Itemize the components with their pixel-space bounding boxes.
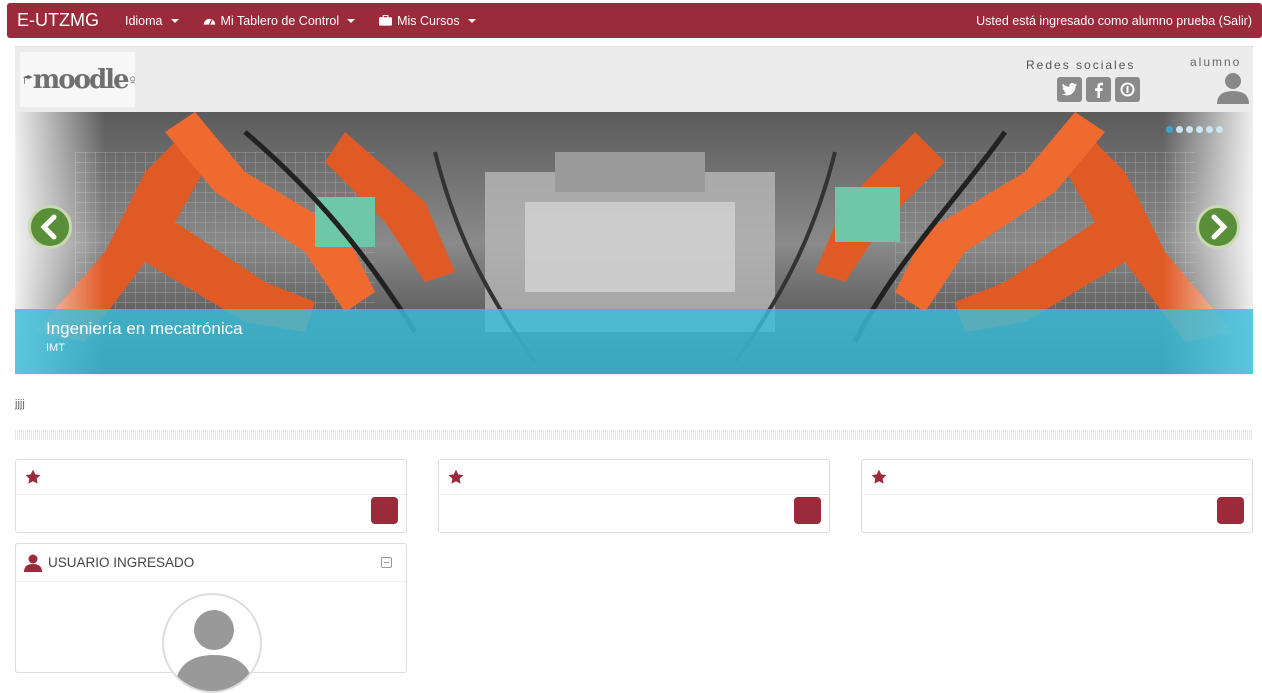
card-header — [862, 460, 1252, 495]
chevron-left-icon — [40, 214, 57, 240]
carousel-indicators — [1166, 126, 1223, 133]
star-icon — [448, 469, 464, 484]
nav-courses-label: Mis Cursos — [397, 13, 460, 28]
carousel-next-button[interactable] — [1196, 205, 1240, 249]
star-icon — [871, 469, 887, 484]
chevron-right-icon — [1211, 214, 1228, 240]
user-icon[interactable] — [1216, 72, 1250, 104]
card-action-button[interactable] — [371, 497, 398, 524]
carousel-caption: Ingeniería en mecatrónica IMT — [15, 309, 1253, 374]
block-title: USUARIO INGRESADO — [48, 555, 195, 570]
nav-courses-menu[interactable]: Mis Cursos — [367, 14, 488, 28]
featured-card — [15, 459, 407, 533]
user-icon — [24, 554, 42, 572]
nav-language-menu[interactable]: Idioma — [113, 14, 191, 28]
logged-user-block: USUARIO INGRESADO — [15, 543, 407, 693]
carousel-dot[interactable] — [1166, 126, 1173, 133]
social-icons — [1057, 77, 1140, 102]
user-label: alumno — [1190, 55, 1242, 69]
page-text: jjjj — [15, 398, 25, 410]
card-header — [16, 460, 406, 495]
carousel-dot[interactable] — [1206, 126, 1213, 133]
carousel-dot[interactable] — [1196, 126, 1203, 133]
carousel-dot[interactable] — [1186, 126, 1193, 133]
nav-language-label: Idioma — [124, 13, 163, 28]
chevron-down-icon — [170, 18, 179, 23]
collapse-icon[interactable] — [381, 557, 392, 568]
default-avatar-icon — [174, 610, 254, 691]
featured-card — [861, 459, 1253, 533]
facebook-icon[interactable] — [1086, 77, 1111, 102]
star-icon — [25, 469, 41, 484]
briefcase-icon — [379, 15, 393, 26]
dashboard-icon — [203, 18, 215, 25]
logo-mark-icon — [129, 75, 135, 83]
graduation-cap-icon — [23, 74, 33, 84]
carousel-prev-button[interactable] — [28, 205, 72, 249]
chevron-down-icon — [347, 18, 356, 23]
site-logo[interactable]: moodle — [20, 52, 135, 107]
nav-dashboard-label: Mi Tablero de Control — [220, 13, 340, 28]
carousel-dot[interactable] — [1216, 126, 1223, 133]
featured-card — [438, 459, 830, 533]
login-info-text[interactable]: Usted está ingresado como alumno prueba … — [976, 14, 1252, 28]
block-header: USUARIO INGRESADO — [16, 544, 406, 582]
page-header: moodle Redes sociales alumno — [15, 46, 1253, 112]
slide-subtitle: IMT — [46, 342, 65, 354]
card-header — [439, 460, 829, 495]
top-navbar: E-UTZMG Idioma Mi Tablero de Control Mis… — [7, 3, 1262, 38]
image-carousel: Ingeniería en mecatrónica IMT — [15, 112, 1253, 374]
logo-text: moodle — [32, 64, 130, 95]
slide-title: Ingeniería en mecatrónica — [46, 319, 243, 338]
nav-dashboard-menu[interactable]: Mi Tablero de Control — [191, 14, 368, 28]
twitter-icon[interactable] — [1057, 77, 1082, 102]
card-action-button[interactable] — [794, 497, 821, 524]
login-info: Usted está ingresado como alumno prueba … — [976, 14, 1262, 28]
avatar — [162, 593, 262, 693]
card-action-button[interactable] — [1217, 497, 1244, 524]
site-brand[interactable]: E-UTZMG — [7, 10, 113, 31]
carousel-dot[interactable] — [1176, 126, 1183, 133]
chevron-down-icon — [467, 18, 476, 23]
google-plus-icon[interactable] — [1115, 77, 1140, 102]
divider — [15, 430, 1253, 440]
social-label: Redes sociales — [1026, 58, 1136, 72]
